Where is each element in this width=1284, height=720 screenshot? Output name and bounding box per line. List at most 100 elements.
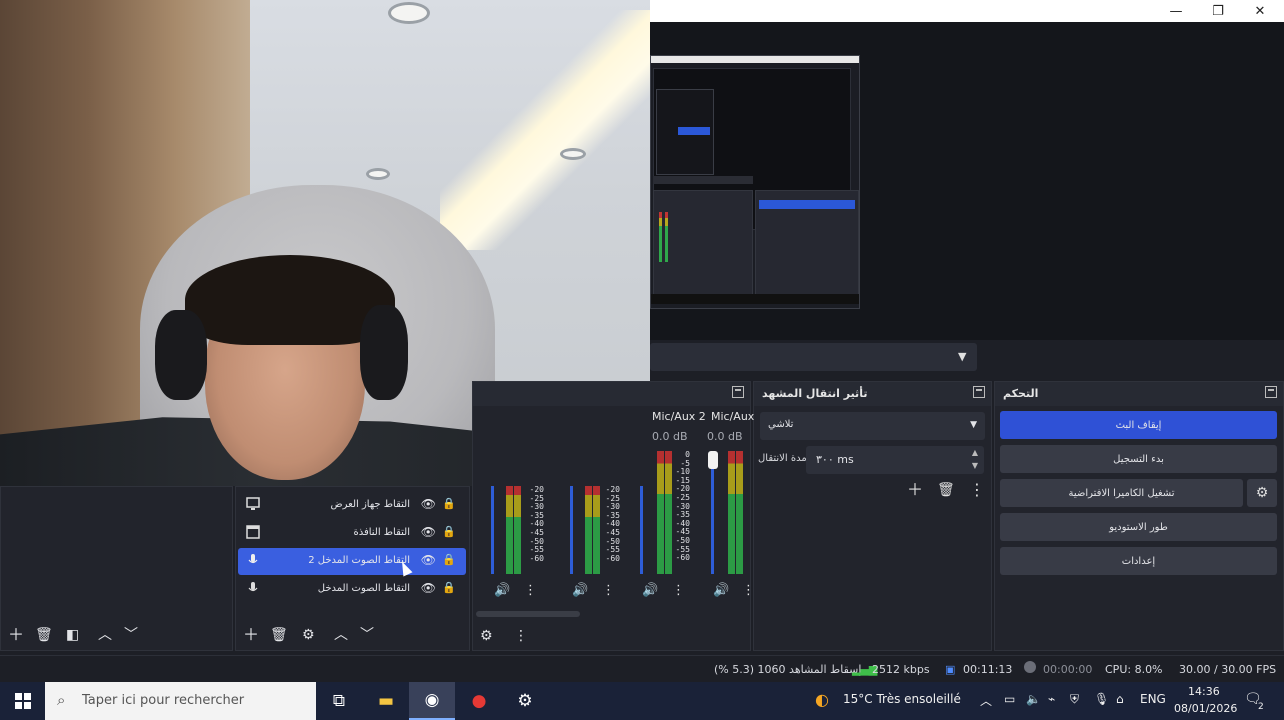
battery-icon[interactable]: ▭ — [1004, 692, 1015, 706]
studio-mode-button[interactable]: طور الاستوديو — [1000, 513, 1277, 541]
eye-icon[interactable]: 👁 — [421, 497, 436, 511]
mic-icon — [246, 553, 260, 567]
more-vertical-icon[interactable]: ⋮ — [742, 583, 755, 598]
lock-icon[interactable]: 🔒 — [442, 553, 456, 566]
volume-slider[interactable] — [640, 486, 643, 574]
weather-text[interactable]: 15°C Très ensoleillé — [843, 692, 961, 706]
duration-label: مدة الانتقال — [758, 453, 807, 464]
scene-dropdown[interactable] — [650, 343, 977, 371]
weather-icon[interactable]: ◐ — [815, 690, 829, 709]
chevron-up-icon[interactable]: ︿ — [980, 692, 992, 709]
eye-icon[interactable]: 👁 — [421, 525, 436, 539]
mixer-channel-name: Mic/Aux — [711, 410, 755, 423]
gear-icon[interactable]: ⚙ — [1247, 479, 1277, 507]
gear-icon[interactable]: ⚙ — [302, 628, 315, 642]
obs-window: — ❐ ✕ ▼ التحكم إيقاف البث بدء التسجيل تش… — [0, 0, 1284, 720]
language-indicator[interactable]: ENG — [1140, 692, 1166, 706]
volume-icon[interactable]: 🔈 — [1026, 692, 1041, 706]
add-scene-icon[interactable]: ＋ — [8, 627, 24, 643]
gear-icon[interactable]: ⚙ — [480, 629, 493, 643]
stream-time: 00:11:13 — [963, 663, 1013, 676]
maximize-button[interactable]: ❐ — [1196, 0, 1240, 22]
trash-icon[interactable]: 🗑 — [270, 628, 288, 642]
speaker-icon[interactable]: 🔊 — [642, 583, 658, 598]
recorder-app-icon[interactable]: ● — [456, 682, 502, 720]
source-item[interactable]: التقاط جهاز العرض 👁 🔒 — [238, 492, 466, 519]
spin-down-icon[interactable]: ▼ — [972, 461, 978, 470]
search-placeholder: Taper ici pour rechercher — [82, 693, 245, 708]
undock-icon[interactable] — [973, 386, 985, 398]
more-vertical-icon[interactable]: ⋮ — [602, 583, 615, 598]
more-vertical-icon[interactable]: ⋮ — [969, 482, 985, 498]
window-icon — [246, 525, 260, 539]
audio-meter — [657, 451, 664, 574]
windows-taskbar: ⌕ Taper ici pour rechercher ⧉ ▬ ◉ ● ⚙ ◐ … — [0, 682, 1284, 720]
transitions-title: تأثير انتقال المشهد — [762, 387, 868, 400]
security-icon[interactable]: ⛨ — [1070, 692, 1079, 707]
add-transition-icon[interactable]: ＋ — [907, 482, 923, 498]
audio-meter — [585, 486, 592, 574]
source-item[interactable]: التقاط الصوت المدخل 👁 🔒 — [238, 576, 466, 603]
speaker-icon[interactable]: 🔊 — [494, 583, 510, 598]
add-source-icon[interactable]: ＋ — [243, 627, 259, 643]
move-up-icon[interactable]: ︿ — [98, 628, 112, 642]
usb-icon[interactable]: ⌂ — [1116, 692, 1124, 706]
spin-up-icon[interactable]: ▲ — [972, 448, 978, 457]
mixer-scrollbar[interactable] — [476, 611, 580, 617]
windows-start-icon[interactable] — [0, 682, 46, 720]
source-label: التقاط الصوت المدخل — [317, 583, 410, 594]
chevron-down-icon[interactable]: ▼ — [958, 350, 966, 363]
task-view-icon[interactable]: ⧉ — [316, 682, 362, 720]
move-up-icon[interactable]: ︿ — [334, 628, 348, 642]
meter-scale: -20 -25 -30 -35 -40 -45 -50 -55 -60 — [529, 485, 544, 563]
taskbar-search[interactable]: ⌕ Taper ici pour rechercher — [45, 682, 316, 720]
move-down-icon[interactable]: ﹀ — [360, 628, 374, 642]
lock-icon[interactable]: 🔒 — [442, 581, 456, 594]
duration-field[interactable]: ٣٠٠ ms ▲ ▼ — [806, 446, 984, 474]
more-vertical-icon[interactable]: ⋮ — [524, 583, 537, 598]
transition-select[interactable]: تلاشي ▼ — [760, 412, 985, 440]
network-icon[interactable]: ⌁ — [1048, 692, 1055, 706]
more-vertical-icon[interactable]: ⋮ — [672, 583, 685, 598]
close-button[interactable]: ✕ — [1238, 0, 1282, 22]
transition-value: تلاشي — [768, 419, 794, 430]
cpu-usage: CPU: 8.0% — [1105, 663, 1163, 676]
more-vertical-icon[interactable]: ⋮ — [514, 629, 528, 643]
move-down-icon[interactable]: ﹀ — [124, 628, 138, 642]
volume-knob[interactable] — [708, 451, 718, 469]
mixer-channel-name: Mic/Aux 2 — [652, 410, 706, 423]
file-explorer-icon[interactable]: ▬ — [363, 682, 409, 720]
undock-icon[interactable] — [1265, 386, 1277, 398]
source-item[interactable]: التقاط النافذة 👁 🔒 — [238, 520, 466, 547]
lock-icon[interactable]: 🔒 — [442, 525, 456, 538]
clock-time[interactable]: 14:36 — [1188, 685, 1220, 698]
microphone-icon[interactable]: 🎙 — [1094, 692, 1109, 706]
start-recording-button[interactable]: بدء التسجيل — [1000, 445, 1277, 473]
undock-icon[interactable] — [732, 386, 744, 398]
virtual-camera-button[interactable]: تشغيل الكاميرا الافتراضية — [1000, 479, 1243, 507]
volume-slider[interactable] — [711, 462, 714, 574]
speaker-icon[interactable]: 🔊 — [572, 583, 588, 598]
eye-icon[interactable]: 👁 — [421, 553, 436, 567]
lock-icon[interactable]: 🔒 — [442, 497, 456, 510]
source-item-selected[interactable]: التقاط الصوت المدخل 2 👁 🔒 — [238, 548, 466, 575]
minimize-button[interactable]: — — [1154, 0, 1198, 22]
audio-meter — [728, 451, 735, 574]
eye-icon[interactable]: 👁 — [421, 581, 436, 595]
record-time: 00:00:00 — [1043, 663, 1093, 676]
speaker-icon[interactable]: 🔊 — [713, 583, 729, 598]
clock-date[interactable]: 08/01/2026 — [1174, 702, 1237, 715]
obs-app-icon[interactable]: ◉ — [409, 682, 455, 720]
stream-icon: ▣ — [945, 663, 956, 676]
stop-stream-button[interactable]: إيقاف البث — [1000, 411, 1277, 439]
volume-slider[interactable] — [570, 486, 573, 574]
trash-icon[interactable]: 🗑 — [35, 628, 53, 642]
mixer-channel-db: 0.0 dB — [707, 430, 743, 443]
filter-icon[interactable]: ◧ — [66, 628, 79, 642]
source-label: التقاط النافذة — [353, 527, 410, 538]
settings-button[interactable]: إعدادات — [1000, 547, 1277, 575]
settings-app-icon[interactable]: ⚙ — [502, 682, 548, 720]
trash-icon[interactable]: 🗑 — [937, 482, 955, 498]
volume-slider[interactable] — [491, 486, 494, 574]
dropped-frames: إسقاط المشاهد 1060 (5.3 %) — [714, 663, 862, 676]
